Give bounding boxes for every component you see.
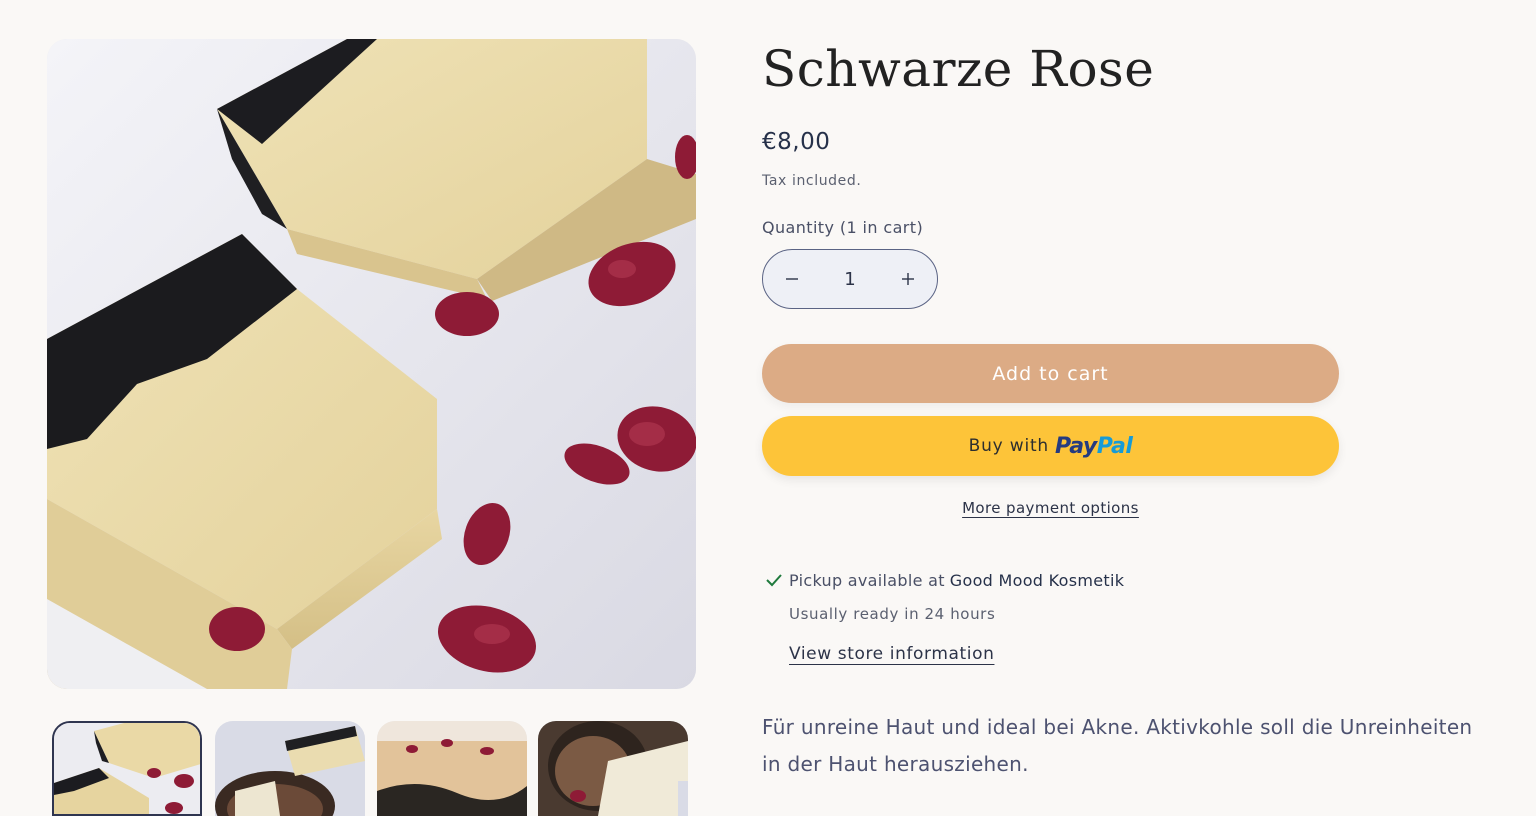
thumbnail-1[interactable]	[52, 721, 202, 816]
paypal-button[interactable]: Buy with PayPal	[762, 416, 1339, 476]
product-price: €8,00	[762, 129, 831, 155]
product-title: Schwarze Rose	[762, 40, 1155, 98]
increase-quantity-button[interactable]	[879, 250, 937, 308]
product-main-image[interactable]	[47, 39, 696, 689]
tax-note: Tax included.	[762, 173, 862, 189]
plus-icon	[902, 273, 914, 285]
thumbnail-3[interactable]	[377, 721, 527, 816]
check-icon	[766, 574, 782, 587]
quantity-stepper: 1	[762, 249, 938, 309]
thumbnail-4[interactable]	[538, 721, 688, 816]
paypal-logo: PayPal	[1055, 433, 1133, 459]
quantity-input[interactable]: 1	[821, 269, 879, 290]
pickup-availability: Pickup available at Good Mood Kosmetik	[764, 570, 1124, 590]
decrease-quantity-button[interactable]	[763, 250, 821, 308]
minus-icon	[786, 278, 798, 280]
pickup-prefix: Pickup available at	[789, 570, 945, 590]
quantity-label: Quantity (1 in cart)	[762, 218, 924, 237]
pickup-store-name: Good Mood Kosmetik	[949, 570, 1125, 590]
more-payment-options-link[interactable]: More payment options	[962, 499, 1139, 517]
product-description: Für unreine Haut und ideal bei Akne. Akt…	[762, 715, 1473, 776]
pickup-ready-time: Usually ready in 24 hours	[789, 605, 996, 623]
view-store-information-link[interactable]: View store information	[789, 644, 994, 664]
add-to-cart-label: Add to cart	[992, 362, 1109, 385]
add-to-cart-button[interactable]: Add to cart	[762, 344, 1339, 403]
more-payment-options: More payment options	[762, 499, 1339, 517]
buy-with-label: Buy with	[968, 436, 1050, 456]
thumbnail-2[interactable]	[215, 721, 365, 816]
